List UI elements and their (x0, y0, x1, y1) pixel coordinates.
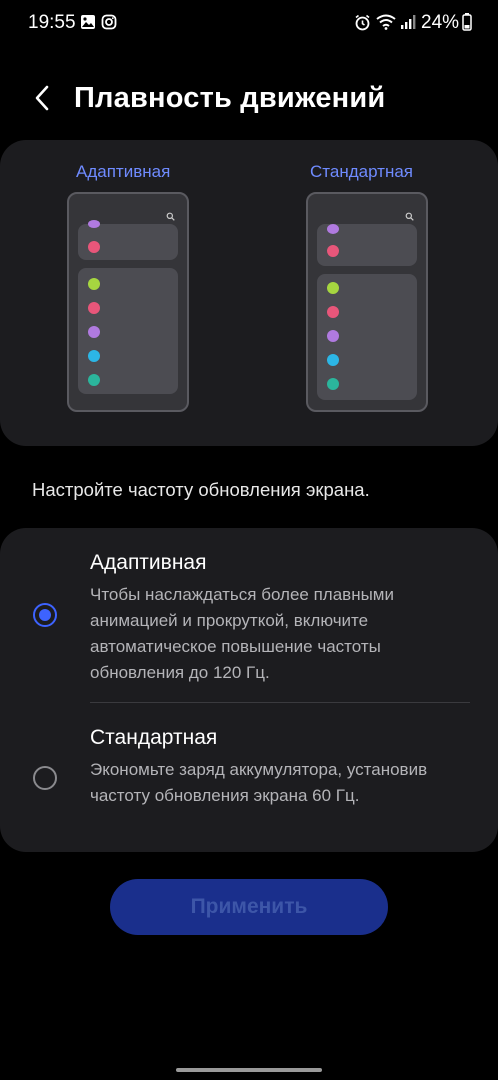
preview-dot (88, 350, 100, 362)
page-title: Плавность движений (74, 82, 386, 114)
option-title: Адаптивная (90, 551, 207, 574)
preview-mini-card (78, 220, 178, 260)
gallery-icon (80, 14, 96, 35)
signal-icon (400, 14, 416, 35)
option-description: Экономьте заряд аккумулятора, установив … (90, 760, 428, 805)
home-indicator[interactable] (176, 1068, 322, 1072)
preview-dot (88, 241, 100, 253)
battery-icon (462, 13, 472, 36)
wifi-icon (376, 14, 396, 35)
chevron-left-icon (33, 84, 51, 117)
preview-dot (327, 330, 339, 342)
preview-phone-standard (306, 192, 428, 412)
option-standard[interactable]: Стандартная Экономьте заряд аккумулятора… (0, 720, 498, 840)
preview-dot (88, 326, 100, 338)
preview-dot (88, 278, 100, 290)
preview-dot (88, 302, 100, 314)
battery-percent: 24% (421, 12, 460, 33)
preview-label-standard: Стандартная (310, 162, 414, 181)
radio-adaptive[interactable] (33, 603, 57, 627)
preview-phone-adaptive (67, 192, 189, 412)
preview-dot (327, 306, 339, 318)
preview-dot (88, 220, 100, 228)
status-time: 19:55 (28, 12, 76, 33)
preview-dot (327, 245, 339, 257)
option-title: Стандартная (90, 726, 218, 749)
option-description: Чтобы наслаждаться более плавными анимац… (90, 585, 394, 682)
preview-mini-card (317, 224, 417, 266)
preview-label-adaptive: Адаптивная (76, 162, 171, 181)
preview-dot (327, 354, 339, 366)
preview-mini-list (78, 268, 178, 394)
divider (90, 702, 470, 703)
apply-button[interactable]: Применить (110, 879, 388, 935)
preview-dot (88, 374, 100, 386)
preview-dot (327, 224, 339, 234)
instagram-icon (101, 14, 117, 35)
refresh-rate-hint: Настройте частоту обновления экрана. (32, 479, 370, 500)
preview-mini-list (317, 274, 417, 400)
alarm-icon (354, 14, 371, 36)
preview-dot (327, 282, 339, 294)
status-bar: 19:55 24% (0, 0, 498, 46)
back-button[interactable] (24, 82, 60, 118)
radio-standard[interactable] (33, 766, 57, 790)
option-adaptive[interactable]: Адаптивная Чтобы наслаждаться более плав… (0, 545, 498, 695)
preview-dot (327, 378, 339, 390)
